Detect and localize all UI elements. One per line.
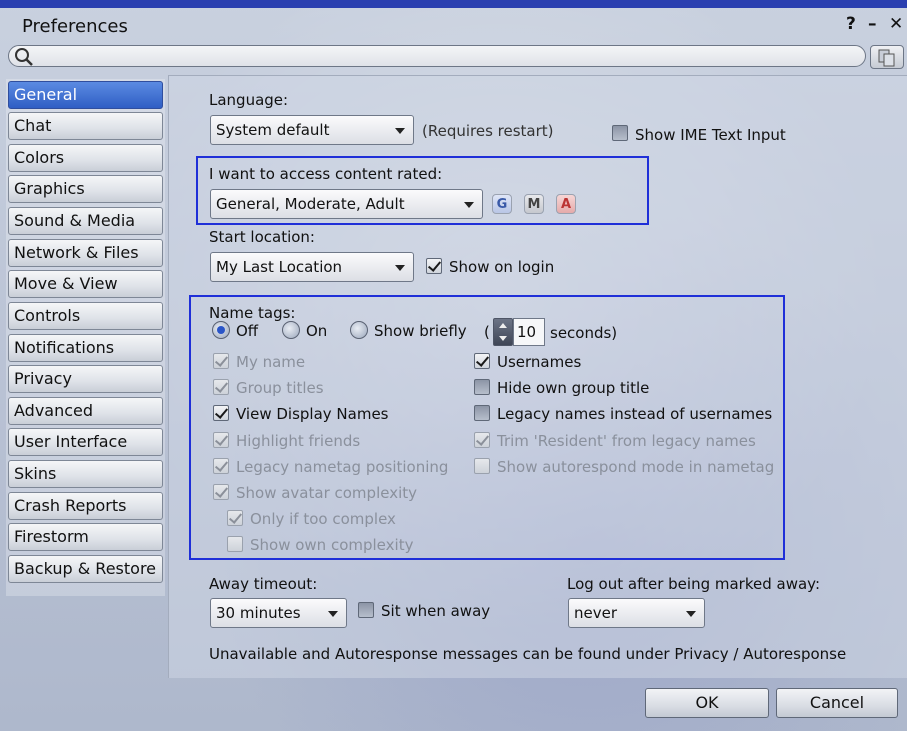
my-name-label: My name xyxy=(236,353,306,371)
autoresponse-note: Unavailable and Autoresponse messages ca… xyxy=(209,645,847,663)
sidebar-item-advanced[interactable]: Advanced xyxy=(8,397,163,425)
sidebar-item-notifications[interactable]: Notifications xyxy=(8,334,163,362)
name-tags-off-radio[interactable] xyxy=(212,321,230,339)
chevron-down-icon xyxy=(395,265,405,271)
only-too-complex-checkbox[interactable] xyxy=(227,510,243,526)
title-bar xyxy=(0,0,907,44)
sidebar-item-privacy[interactable]: Privacy xyxy=(8,365,163,393)
search-icon xyxy=(15,48,33,66)
seconds-input[interactable]: 10 xyxy=(513,318,545,346)
group-titles-checkbox[interactable] xyxy=(213,379,229,395)
language-value: System default xyxy=(216,121,330,139)
cancel-button[interactable]: Cancel xyxy=(776,688,898,718)
legacy-names-checkbox[interactable] xyxy=(474,405,490,421)
own-complexity-checkbox[interactable] xyxy=(227,536,243,552)
own-complexity-label: Show own complexity xyxy=(250,536,414,554)
legacy-nametag-label: Legacy nametag positioning xyxy=(236,458,449,476)
copy-button[interactable] xyxy=(870,45,904,69)
show-on-login-label: Show on login xyxy=(449,258,555,276)
avatar-complexity-label: Show avatar complexity xyxy=(236,484,418,502)
sidebar-item-move-view[interactable]: Move & View xyxy=(8,270,163,298)
name-tags-briefly-radio[interactable] xyxy=(350,321,368,339)
language-label: Language: xyxy=(209,91,289,109)
logout-value: never xyxy=(574,604,618,622)
highlight-friends-checkbox[interactable] xyxy=(213,432,229,448)
name-tags-on-label: On xyxy=(306,322,328,340)
content-rated-label: I want to access content rated: xyxy=(209,165,443,183)
seconds-spinner[interactable] xyxy=(493,318,513,346)
sidebar-item-crash-reports[interactable]: Crash Reports xyxy=(8,492,163,520)
sidebar-item-sound-media[interactable]: Sound & Media xyxy=(8,207,163,235)
start-location-combo[interactable]: My Last Location xyxy=(210,252,414,282)
my-name-checkbox[interactable] xyxy=(213,353,229,369)
hide-group-title-label: Hide own group title xyxy=(497,379,650,397)
sidebar-item-user-interface[interactable]: User Interface xyxy=(8,428,163,456)
ime-checkbox[interactable] xyxy=(612,125,628,141)
sidebar-item-controls[interactable]: Controls xyxy=(8,302,163,330)
usernames-checkbox[interactable] xyxy=(474,353,490,369)
rating-general-badge: G xyxy=(492,194,512,214)
sit-when-away-checkbox[interactable] xyxy=(358,602,374,618)
window-title: Preferences xyxy=(22,16,128,37)
paren-open: ( xyxy=(484,323,490,341)
rating-moderate-badge: M xyxy=(524,194,544,214)
chevron-down-icon xyxy=(395,128,405,134)
only-too-complex-label: Only if too complex xyxy=(250,510,396,528)
sit-when-away-label: Sit when away xyxy=(381,602,491,620)
chevron-down-icon xyxy=(464,202,474,208)
highlight-friends-label: Highlight friends xyxy=(236,432,361,450)
logout-label: Log out after being marked away: xyxy=(567,575,820,593)
hide-group-title-checkbox[interactable] xyxy=(474,379,490,395)
search-input[interactable] xyxy=(8,45,866,67)
autorespond-mode-label: Show autorespond mode in nametag xyxy=(497,458,775,476)
view-display-names-checkbox[interactable] xyxy=(213,405,229,421)
name-tags-on-radio[interactable] xyxy=(282,321,300,339)
show-on-login-checkbox[interactable] xyxy=(426,258,442,274)
content-rated-value: General, Moderate, Adult xyxy=(216,195,405,213)
requires-restart-note: (Requires restart) xyxy=(422,122,554,140)
trim-resident-checkbox[interactable] xyxy=(474,432,490,448)
logout-combo[interactable]: never xyxy=(568,598,705,628)
autorespond-mode-checkbox[interactable] xyxy=(474,458,490,474)
sidebar-item-skins[interactable]: Skins xyxy=(8,460,163,488)
sidebar-item-firestorm[interactable]: Firestorm xyxy=(8,523,163,551)
away-timeout-label: Away timeout: xyxy=(209,575,318,593)
sidebar: General Chat Colors Graphics Sound & Med… xyxy=(6,79,165,596)
avatar-complexity-checkbox[interactable] xyxy=(213,484,229,500)
ime-label: Show IME Text Input xyxy=(635,126,786,144)
ok-button[interactable]: OK xyxy=(645,688,769,718)
start-location-label: Start location: xyxy=(209,228,315,246)
close-icon[interactable]: ✕ xyxy=(889,14,903,34)
content-rated-combo[interactable]: General, Moderate, Adult xyxy=(210,189,483,219)
trim-resident-label: Trim 'Resident' from legacy names xyxy=(497,432,756,450)
help-icon[interactable]: ? xyxy=(846,14,856,34)
language-combo[interactable]: System default xyxy=(210,115,414,145)
legacy-nametag-checkbox[interactable] xyxy=(213,458,229,474)
name-tags-label: Name tags: xyxy=(209,304,296,322)
sidebar-item-chat[interactable]: Chat xyxy=(8,112,163,140)
away-timeout-combo[interactable]: 30 minutes xyxy=(210,598,347,628)
chevron-down-icon xyxy=(686,611,696,617)
minimize-icon[interactable]: – xyxy=(868,14,877,34)
name-tags-briefly-label: Show briefly xyxy=(374,322,467,340)
view-display-names-label: View Display Names xyxy=(236,405,389,423)
chevron-down-icon xyxy=(328,611,338,617)
usernames-label: Usernames xyxy=(497,353,582,371)
sidebar-item-backup-restore[interactable]: Backup & Restore xyxy=(8,555,163,583)
seconds-label: seconds) xyxy=(550,324,618,342)
sidebar-item-general[interactable]: General xyxy=(8,81,163,109)
sidebar-item-graphics[interactable]: Graphics xyxy=(8,175,163,203)
group-titles-label: Group titles xyxy=(236,379,324,397)
copy-icon xyxy=(878,49,895,67)
away-timeout-value: 30 minutes xyxy=(216,604,301,622)
sidebar-item-colors[interactable]: Colors xyxy=(8,144,163,172)
name-tags-off-label: Off xyxy=(236,322,259,340)
rating-adult-badge: A xyxy=(556,194,576,214)
start-location-value: My Last Location xyxy=(216,258,343,276)
legacy-names-label: Legacy names instead of usernames xyxy=(497,405,773,423)
sidebar-item-network-files[interactable]: Network & Files xyxy=(8,239,163,267)
